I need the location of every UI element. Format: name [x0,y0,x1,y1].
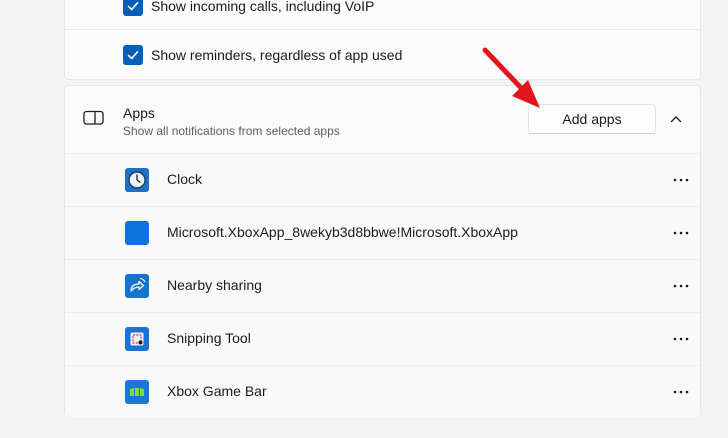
show-calls-option[interactable]: Show incoming calls, including VoIP [65,0,700,29]
xbox-game-bar-icon [125,380,149,404]
chevron-up-icon[interactable] [669,112,683,131]
app-name: Microsoft.XboxApp_8wekyb3d8bbwe!Microsof… [167,224,518,240]
more-options-icon[interactable] [671,170,691,190]
apps-header: Apps Show all notifications from selecte… [65,86,700,152]
xbox-app-icon [125,221,149,245]
notification-options-card: Show incoming calls, including VoIP Show… [64,0,701,80]
app-row-nearby-sharing[interactable]: Nearby sharing [65,259,700,311]
app-name: Snipping Tool [167,330,251,346]
show-reminders-option[interactable]: Show reminders, regardless of app used [65,32,700,78]
app-name: Nearby sharing [167,277,262,293]
apps-subtitle: Show all notifications from selected app… [123,124,340,138]
snipping-tool-icon [125,327,149,351]
show-reminders-label: Show reminders, regardless of app used [151,47,403,63]
clock-icon [125,168,149,192]
checkmark-icon [127,1,139,11]
app-row-xbox-game-bar[interactable]: Xbox Game Bar [65,365,700,417]
apps-icon [83,110,105,131]
add-apps-button[interactable]: Add apps [528,104,656,134]
checkmark-icon [127,51,139,60]
app-row-xbox-app[interactable]: Microsoft.XboxApp_8wekyb3d8bbwe!Microsof… [65,206,700,258]
apps-card: Apps Show all notifications from selecte… [64,85,701,417]
show-calls-checkbox[interactable] [123,0,143,16]
more-options-icon[interactable] [671,329,691,349]
more-options-icon[interactable] [671,276,691,296]
app-name: Clock [167,171,203,187]
more-options-icon[interactable] [671,223,691,243]
app-row-snipping-tool[interactable]: Snipping Tool [65,312,700,364]
show-reminders-checkbox[interactable] [123,45,143,65]
show-calls-label: Show incoming calls, including VoIP [151,0,375,14]
divider [65,29,700,30]
app-row-clock[interactable]: Clock [65,153,700,205]
app-name: Xbox Game Bar [167,383,267,399]
apps-title: Apps [123,105,155,121]
more-options-icon[interactable] [671,382,691,402]
nearby-sharing-icon [125,274,149,298]
